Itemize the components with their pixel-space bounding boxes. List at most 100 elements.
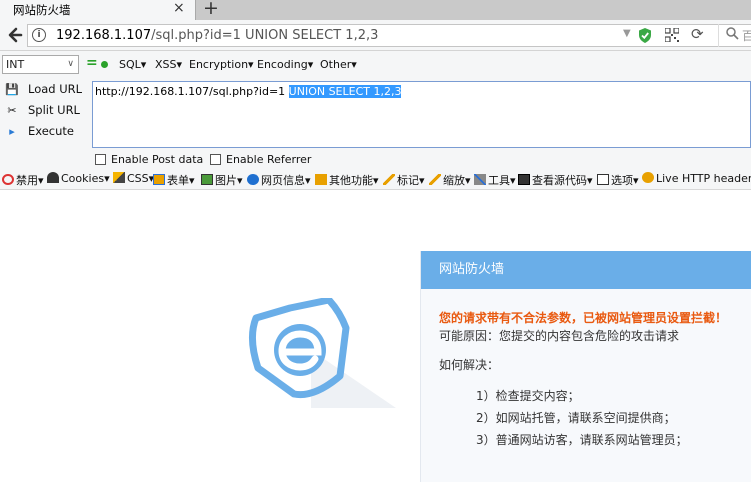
back-button[interactable] (3, 24, 25, 46)
textarea-content: http://192.168.1.107/sql.php?id=1 UNION … (95, 85, 402, 98)
dev-tools-label: 工具▾ (488, 174, 516, 187)
firewall-shield-logo-icon (249, 298, 396, 408)
textarea-selection: UNION SELECT 1,2,3 (288, 85, 402, 98)
search-icon (726, 27, 739, 40)
enable-post-checkbox[interactable]: Enable Post data (95, 153, 203, 166)
options-icon (597, 174, 609, 185)
dev-options[interactable]: 选项▾ (597, 172, 639, 188)
dev-css-label: CSS▾ (127, 172, 155, 185)
dev-tools[interactable]: 工具▾ (474, 172, 516, 188)
dev-view-source[interactable]: 查看源代码▾ (518, 172, 593, 188)
textarea-prefix: http://192.168.1.107/sql.php?id=1 (95, 85, 289, 98)
folder-icon (315, 174, 327, 185)
url-path: /sql.php?id=1 UNION SELECT 1,2,3 (151, 28, 379, 43)
search-placeholder: 百 (742, 29, 751, 43)
dev-forms[interactable]: 表单▾ (153, 172, 195, 188)
increment-icon[interactable] (101, 61, 108, 68)
dev-cookies[interactable]: Cookies▾ (47, 172, 110, 185)
dev-misc-label: 其他功能▾ (329, 174, 379, 187)
dev-resize[interactable]: 缩放▾ (429, 172, 471, 188)
dev-live-http-label: Live HTTP headers (656, 172, 751, 185)
dev-outline-label: 标记▾ (397, 174, 425, 187)
play-icon: ▸ (9, 125, 15, 138)
url-textarea[interactable]: http://192.168.1.107/sql.php?id=1 UNION … (92, 81, 751, 148)
split-url-label: Split URL (28, 103, 80, 117)
hackbar-body: 💾 Load URL ✂ Split URL ▸ Execute http://192… (0, 78, 751, 168)
tools-icon (474, 174, 486, 185)
image-icon (201, 174, 213, 185)
decrement-icon[interactable]: = (86, 56, 98, 70)
search-box[interactable]: 百 (718, 24, 751, 47)
dev-css[interactable]: CSS▾ (113, 172, 154, 185)
dev-page-info[interactable]: 网页信息▾ (247, 172, 311, 188)
load-url-icon: 💾 (5, 83, 19, 96)
execute-label: Execute (28, 124, 74, 138)
split-url-button[interactable]: ✂ Split URL (4, 103, 80, 121)
menu-encryption[interactable]: Encryption▾ (189, 58, 254, 71)
tab-strip: 网站防火墙 × + (0, 0, 751, 20)
load-url-button[interactable]: 💾 Load URL (4, 82, 82, 100)
url-text[interactable]: 192.168.1.107/sql.php?id=1 UNION SELECT … (56, 28, 378, 43)
tab-close-icon[interactable]: × (173, 0, 185, 16)
new-tab-button[interactable]: + (203, 0, 219, 19)
dev-options-label: 选项▾ (611, 174, 639, 187)
dev-forms-label: 表单▾ (167, 174, 195, 187)
dev-outline[interactable]: 标记▾ (383, 172, 425, 188)
scissors-icon: ✂ (7, 104, 17, 117)
tab-title: 网站防火墙 (13, 3, 71, 17)
qr-code-icon[interactable] (665, 28, 679, 42)
solution-step: 2）如网站托管，请联系空间提供商； (476, 411, 676, 425)
hackbar-menu: INT ∨ = SQL▾ XSS▾ Encryption▾ Encoding▾ … (0, 51, 751, 78)
navigation-bar: i 192.168.1.107/sql.php?id=1 UNION SELEC… (0, 20, 751, 51)
back-arrow-icon (8, 27, 23, 43)
dev-resize-label: 缩放▾ (443, 174, 471, 187)
dev-disable[interactable]: 禁用▾ (2, 172, 44, 188)
enable-referrer-label: Enable Referrer (226, 153, 312, 166)
dev-page-info-label: 网页信息▾ (261, 174, 311, 187)
block-reason: 可能原因：您提交的内容包含危险的攻击请求 (439, 329, 680, 343)
execute-button[interactable]: ▸ Execute (4, 124, 74, 142)
solution-step: 3）普通网站访客，请联系网站管理员； (476, 433, 688, 447)
menu-other[interactable]: Other▾ (320, 58, 357, 71)
enable-post-label: Enable Post data (111, 153, 204, 166)
menu-xss[interactable]: XSS▾ (155, 58, 182, 71)
info-icon[interactable]: i (32, 28, 46, 42)
person-icon (47, 172, 59, 183)
howto-heading: 如何解决： (439, 358, 500, 372)
dev-live-http[interactable]: Live HTTP headers (642, 172, 751, 185)
source-icon (518, 174, 530, 185)
globe-icon (642, 172, 654, 183)
shield-check-icon[interactable] (638, 27, 652, 44)
int-type-select[interactable]: INT ∨ (2, 55, 79, 74)
firewall-message-panel: 网站防火墙 您的请求带有不合法参数，已被网站管理员设置拦截！ 可能原因：您提交的… (420, 251, 751, 482)
url-host: 192.168.1.107 (56, 28, 152, 43)
enable-referrer-checkbox[interactable]: Enable Referrer (210, 153, 311, 166)
dev-view-source-label: 查看源代码▾ (532, 174, 593, 187)
web-developer-toolbar: 禁用▾ Cookies▾ CSS▾ 表单▾ 图片▾ 网页信息▾ 其他功能▾ 标记… (0, 168, 751, 190)
resize-icon (429, 174, 441, 185)
info-circle-icon (247, 174, 259, 185)
dev-images[interactable]: 图片▾ (201, 172, 243, 188)
form-icon (153, 174, 165, 185)
pencil-icon (113, 172, 125, 183)
checkbox-box (95, 154, 106, 165)
chevron-down-icon: ∨ (67, 59, 74, 69)
menu-encoding[interactable]: Encoding▾ (257, 58, 313, 71)
url-dropdown-icon[interactable]: ▼ (623, 28, 631, 39)
checkbox-box (210, 154, 221, 165)
dev-misc[interactable]: 其他功能▾ (315, 172, 379, 188)
int-type-value: INT (6, 58, 25, 71)
menu-sql[interactable]: SQL▾ (119, 58, 146, 71)
pencil-icon (383, 174, 395, 185)
panel-title: 网站防火墙 (421, 251, 751, 289)
dev-cookies-label: Cookies▾ (61, 172, 110, 185)
block-warning: 您的请求带有不合法参数，已被网站管理员设置拦截！ (439, 311, 728, 325)
reload-icon[interactable]: ⟳ (691, 25, 704, 43)
solution-step: 1）检查提交内容； (476, 389, 580, 403)
dev-disable-label: 禁用▾ (16, 174, 44, 187)
browser-tab[interactable]: 网站防火墙 × (0, 0, 196, 20)
disable-icon (2, 174, 14, 185)
url-bar[interactable]: i 192.168.1.107/sql.php?id=1 UNION SELEC… (27, 24, 751, 47)
dev-images-label: 图片▾ (215, 174, 243, 187)
load-url-label: Load URL (28, 82, 83, 96)
